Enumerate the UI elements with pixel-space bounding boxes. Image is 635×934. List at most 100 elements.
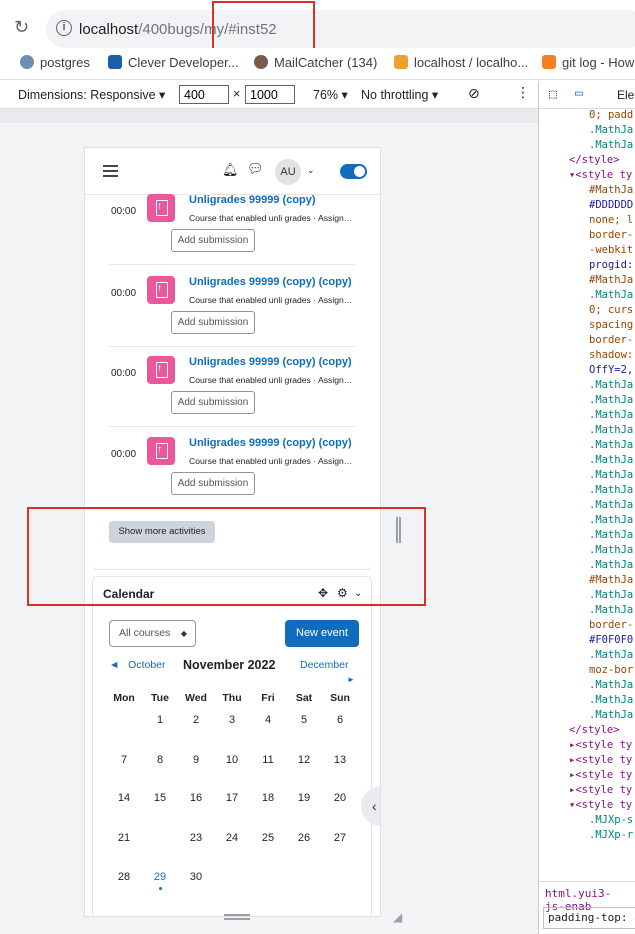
message-icon[interactable]: 💬︎ bbox=[247, 161, 264, 177]
calendar-day[interactable]: 10 bbox=[214, 749, 250, 771]
zoom-dropdown[interactable]: 76% ▾ bbox=[313, 87, 348, 102]
calendar-day[interactable]: 18 bbox=[250, 787, 286, 809]
rotate-icon[interactable]: ⊘ bbox=[468, 85, 480, 102]
width-input[interactable] bbox=[179, 85, 229, 104]
dom-line[interactable]: .MathJa bbox=[589, 589, 633, 601]
dom-line[interactable]: #MathJa bbox=[589, 574, 633, 586]
dom-line[interactable]: ▸<style ty bbox=[569, 739, 632, 751]
calendar-day[interactable]: 26 bbox=[286, 827, 322, 849]
site-info-icon[interactable]: i bbox=[56, 20, 72, 36]
dom-line[interactable]: .MathJa bbox=[589, 424, 633, 436]
dom-line[interactable]: .MathJa bbox=[589, 379, 633, 391]
throttling-dropdown[interactable]: No throttling ▾ bbox=[361, 87, 438, 102]
calendar-day[interactable]: 20 bbox=[322, 787, 358, 809]
bookmark-git-log[interactable]: git log - How bbox=[542, 55, 634, 70]
bookmark-mailcatcher[interactable]: MailCatcher (134) bbox=[254, 55, 377, 70]
event-title-link[interactable]: Unligrades 99999 (copy) bbox=[189, 194, 316, 206]
resize-handle-right[interactable] bbox=[396, 517, 401, 543]
add-submission-button[interactable]: Add submission bbox=[171, 391, 255, 414]
menu-icon[interactable] bbox=[103, 165, 118, 180]
dom-line[interactable]: .MJXp-s bbox=[589, 814, 633, 826]
calendar-day[interactable]: 22 bbox=[142, 826, 178, 849]
dom-line[interactable]: .MathJa bbox=[589, 679, 633, 691]
dimensions-dropdown[interactable]: Dimensions: Responsive ▾ bbox=[18, 87, 165, 102]
dom-line[interactable]: .MathJa bbox=[589, 484, 633, 496]
dom-line[interactable]: none; l bbox=[589, 214, 633, 226]
dom-line[interactable]: .MathJa bbox=[589, 139, 633, 151]
dom-line[interactable]: ▾<style ty bbox=[569, 799, 632, 811]
dom-line[interactable]: spacing bbox=[589, 319, 633, 331]
dom-line[interactable]: 0; padd bbox=[589, 109, 633, 121]
dom-line[interactable]: #MathJa bbox=[589, 184, 633, 196]
dom-line[interactable]: ▸<style ty bbox=[569, 754, 632, 766]
add-submission-button[interactable]: Add submission bbox=[171, 229, 255, 252]
calendar-day[interactable]: 15 bbox=[142, 787, 178, 809]
dom-line[interactable]: .MathJa bbox=[589, 394, 633, 406]
breadcrumb[interactable]: html.yui3-js-enab bbox=[539, 881, 635, 913]
next-arrow-icon[interactable]: ► bbox=[347, 675, 355, 684]
calendar-day[interactable]: 23 bbox=[178, 827, 214, 849]
calendar-day[interactable]: 2 bbox=[178, 709, 214, 731]
edit-mode-toggle[interactable] bbox=[340, 164, 367, 179]
chevron-down-icon[interactable]: ⌄ bbox=[307, 165, 315, 176]
dom-line[interactable]: OffY=2, bbox=[589, 364, 633, 376]
dom-line[interactable]: #MathJa bbox=[589, 274, 633, 286]
dom-line[interactable]: border- bbox=[589, 619, 633, 631]
device-mode-icon[interactable]: ▭ bbox=[575, 86, 583, 101]
inspect-icon[interactable]: ⬚ bbox=[549, 87, 557, 102]
dom-line[interactable]: .MathJa bbox=[589, 409, 633, 421]
calendar-day[interactable]: 24 bbox=[214, 827, 250, 849]
dom-line[interactable]: border- bbox=[589, 229, 633, 241]
courses-filter-select[interactable]: All courses ◆ bbox=[109, 620, 196, 647]
calendar-day[interactable]: 14 bbox=[106, 787, 142, 809]
dom-line[interactable]: shadow: bbox=[589, 349, 633, 361]
add-submission-button[interactable]: Add submission bbox=[171, 311, 255, 334]
next-month-link[interactable]: December bbox=[300, 659, 348, 671]
dom-line[interactable]: .MathJa bbox=[589, 709, 633, 721]
calendar-day[interactable]: 5 bbox=[286, 709, 322, 731]
height-input[interactable] bbox=[245, 85, 295, 104]
tab-elements[interactable]: Ele bbox=[617, 88, 634, 102]
calendar-day[interactable]: 16 bbox=[178, 787, 214, 809]
calendar-day[interactable]: 7 bbox=[106, 749, 142, 771]
calendar-day[interactable]: 6 bbox=[322, 709, 358, 731]
bell-icon[interactable]: 🔔︎ bbox=[222, 162, 239, 178]
calendar-day[interactable]: 3 bbox=[214, 709, 250, 731]
dom-line[interactable]: .MathJa bbox=[589, 454, 633, 466]
bookmark-phpmyadmin[interactable]: localhost / localho... bbox=[394, 55, 528, 70]
dom-line[interactable]: moz-bor bbox=[589, 664, 633, 676]
dom-line[interactable]: .MathJa bbox=[589, 439, 633, 451]
resize-corner-icon[interactable]: ◢ bbox=[393, 910, 402, 924]
dom-line[interactable]: .MathJa bbox=[589, 499, 633, 511]
calendar-day[interactable]: 28 bbox=[106, 866, 142, 888]
calendar-day[interactable]: 29 bbox=[142, 866, 178, 890]
more-options-icon[interactable]: ⋮ bbox=[516, 84, 530, 101]
dom-line[interactable]: progid: bbox=[589, 259, 633, 271]
dom-line[interactable]: ▸<style ty bbox=[569, 769, 632, 781]
dom-line[interactable]: .MathJa bbox=[589, 124, 633, 136]
dom-line[interactable]: border- bbox=[589, 334, 633, 346]
dom-line[interactable]: .MathJa bbox=[589, 514, 633, 526]
reload-icon[interactable]: ↻ bbox=[14, 17, 29, 38]
calendar-day[interactable]: 9 bbox=[178, 749, 214, 771]
dom-line[interactable]: .MathJa bbox=[589, 469, 633, 481]
event-title-link[interactable]: Unligrades 99999 (copy) (copy) bbox=[189, 276, 352, 288]
dom-line[interactable]: .MJXp-r bbox=[589, 829, 633, 841]
calendar-day[interactable]: 1 bbox=[142, 709, 178, 731]
dom-line[interactable]: .MathJa bbox=[589, 559, 633, 571]
dom-line[interactable]: .MathJa bbox=[589, 289, 633, 301]
calendar-day[interactable]: 12 bbox=[286, 749, 322, 771]
dom-line[interactable]: </style> bbox=[569, 154, 620, 166]
styles-filter-input[interactable]: padding-top: 80p bbox=[543, 907, 635, 929]
prev-month-link[interactable]: ◄ October bbox=[109, 659, 166, 671]
dom-line[interactable]: </style> bbox=[569, 724, 620, 736]
calendar-day[interactable]: 27 bbox=[322, 827, 358, 849]
calendar-day[interactable]: 17 bbox=[214, 787, 250, 809]
resize-handle-bottom[interactable] bbox=[224, 914, 250, 920]
bookmark-clever-developer[interactable]: Clever Developer... bbox=[108, 55, 239, 70]
dom-line[interactable]: -webkit bbox=[589, 244, 633, 256]
calendar-day[interactable]: 19 bbox=[286, 787, 322, 809]
calendar-day[interactable]: 25 bbox=[250, 827, 286, 849]
calendar-day[interactable]: 4 bbox=[250, 709, 286, 731]
dom-line[interactable]: .MathJa bbox=[589, 544, 633, 556]
